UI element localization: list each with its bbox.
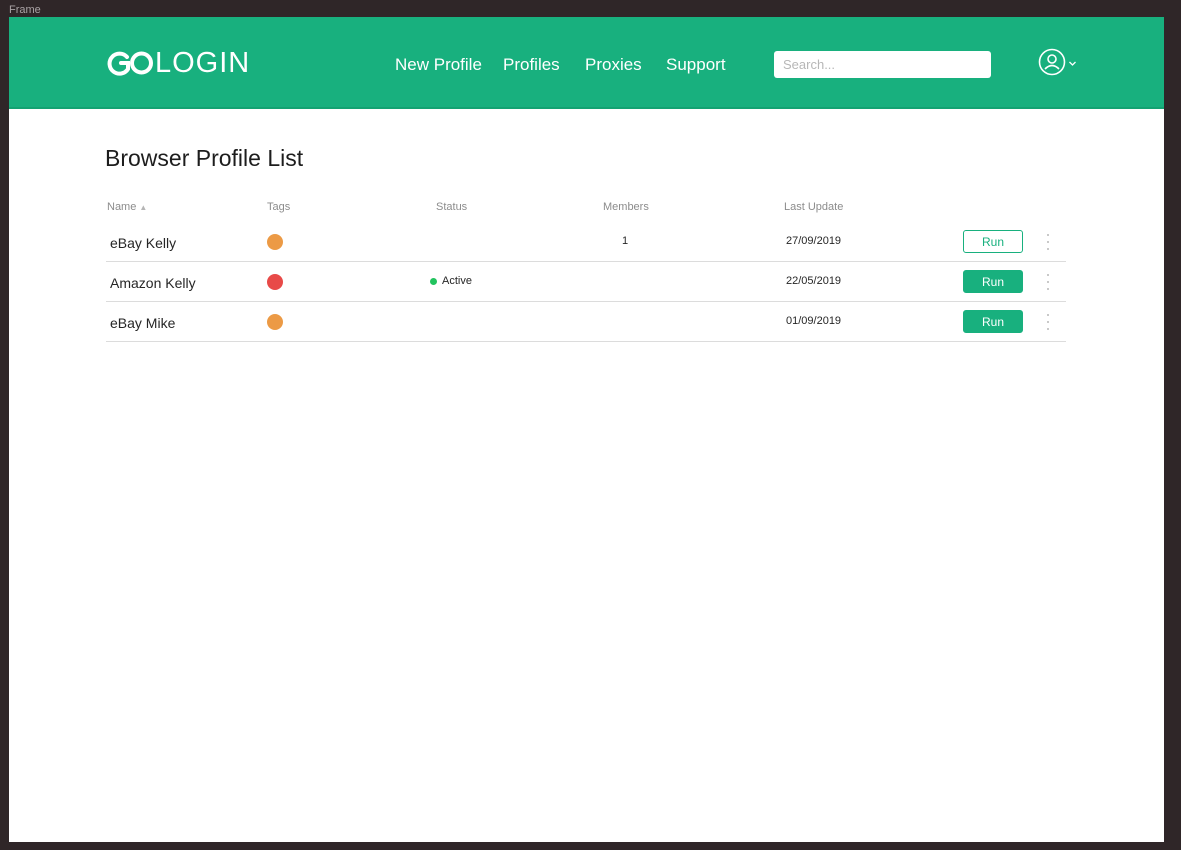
profile-name[interactable]: Amazon Kelly (110, 275, 196, 291)
column-header-members: Members (603, 201, 649, 213)
nav-support[interactable]: Support (666, 55, 726, 75)
page-title: Browser Profile List (105, 145, 304, 171)
status-indicator-icon (430, 277, 437, 285)
run-button[interactable]: Run (963, 270, 1023, 293)
column-header-status: Status (436, 201, 468, 213)
run-button[interactable]: Run (963, 230, 1023, 253)
search-input[interactable] (774, 51, 991, 78)
app-window: LOGIN New Profile Profiles Proxies Suppo… (9, 17, 1164, 842)
chevron-down-icon (1068, 55, 1077, 73)
nav-proxies[interactable]: Proxies (585, 55, 642, 75)
more-options-icon[interactable] (1043, 272, 1053, 292)
sort-ascending-icon: ▲ (139, 203, 148, 212)
table-row[interactable]: eBay Kelly 1 27/09/2019 Run (106, 222, 1066, 262)
profile-name[interactable]: eBay Kelly (110, 235, 176, 251)
column-header-last-update: Last Update (784, 201, 844, 213)
nav-new-profile[interactable]: New Profile (395, 55, 482, 75)
members-count: 1 (622, 235, 629, 247)
run-button[interactable]: Run (963, 310, 1023, 333)
nav-profiles[interactable]: Profiles (503, 55, 560, 75)
column-header-name-label: Name (107, 201, 137, 213)
last-update-date: 22/05/2019 (786, 275, 842, 287)
more-options-icon[interactable] (1043, 312, 1053, 332)
status-text: Active (442, 275, 472, 287)
top-navigation-bar: LOGIN New Profile Profiles Proxies Suppo… (9, 17, 1164, 109)
account-menu[interactable] (1038, 48, 1077, 81)
status-cell: Active (430, 275, 472, 287)
logo-text: LOGIN (155, 47, 251, 79)
user-circle-icon (1038, 48, 1066, 81)
table-row[interactable]: eBay Mike 01/09/2019 Run (106, 302, 1066, 342)
last-update-date: 27/09/2019 (786, 235, 842, 247)
logo-infinity-icon (105, 47, 155, 79)
last-update-date: 01/09/2019 (786, 315, 842, 327)
column-header-tags: Tags (267, 201, 291, 213)
more-options-icon[interactable] (1043, 232, 1053, 252)
tag-dot[interactable] (267, 274, 283, 290)
tag-dot[interactable] (267, 314, 283, 330)
frame-label: Frame (9, 4, 41, 16)
table-row[interactable]: Amazon Kelly Active 22/05/2019 Run (106, 262, 1066, 302)
tag-dot[interactable] (267, 234, 283, 250)
gologin-logo[interactable]: LOGIN (105, 47, 250, 79)
profile-name[interactable]: eBay Mike (110, 315, 175, 331)
column-header-name[interactable]: Name ▲ (107, 201, 147, 213)
